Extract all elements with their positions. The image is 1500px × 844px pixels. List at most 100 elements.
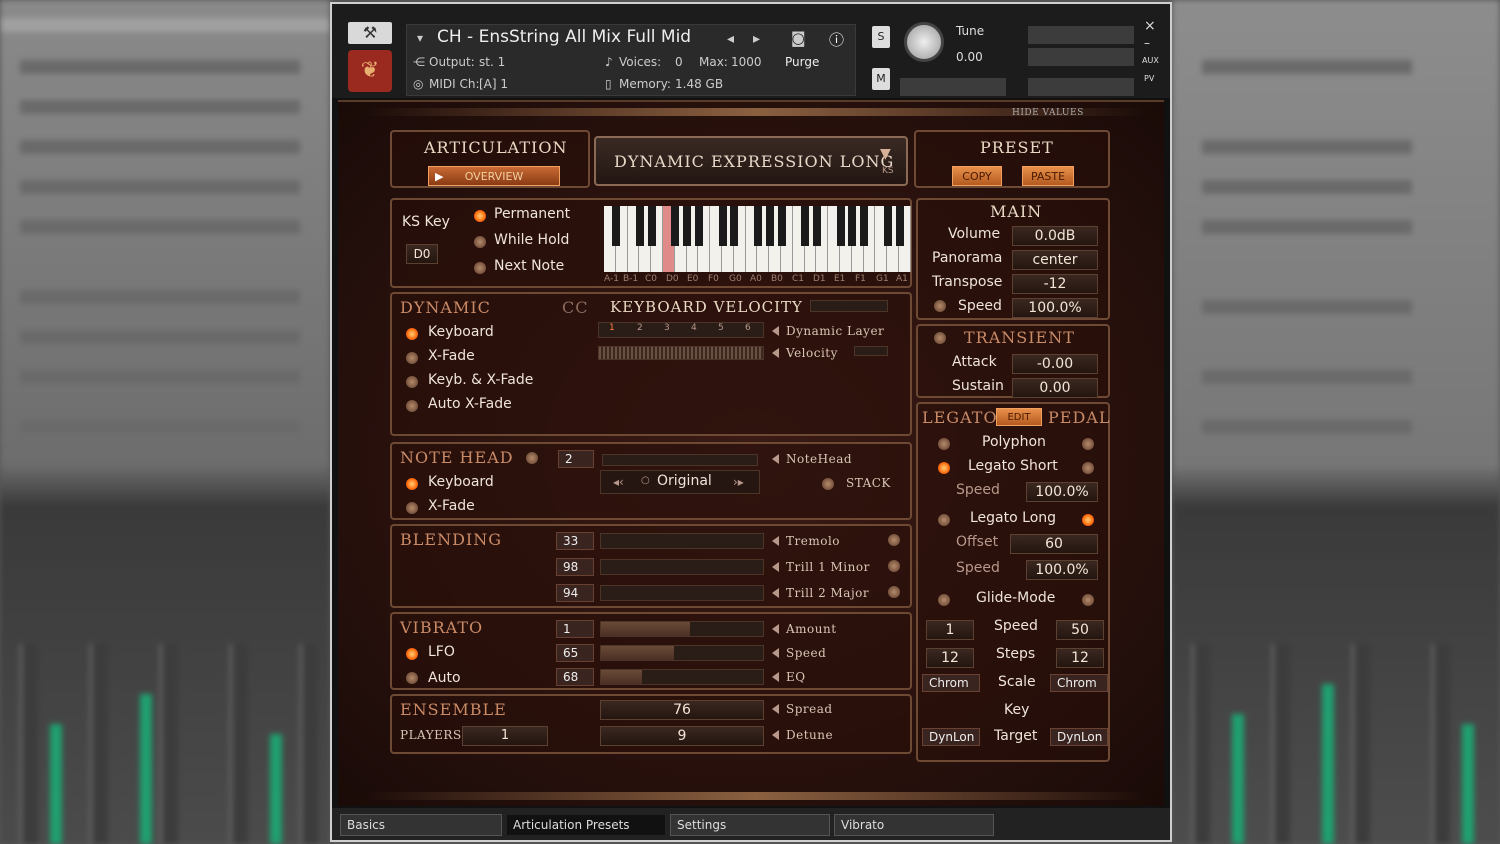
- dynamic-xfade[interactable]: X-Fade: [428, 348, 475, 364]
- notehead-xfade[interactable]: X-Fade: [428, 498, 475, 514]
- layer-6[interactable]: 6: [745, 323, 751, 333]
- steps-right[interactable]: 12: [1056, 648, 1104, 668]
- close-icon[interactable]: ×: [1144, 18, 1156, 34]
- trill1-led[interactable]: [888, 560, 900, 572]
- xfade-led[interactable]: [406, 352, 418, 364]
- trill2-value[interactable]: 94: [556, 584, 594, 602]
- keyboard-led[interactable]: [406, 328, 418, 340]
- legato-long-pedal-led[interactable]: [1082, 514, 1094, 526]
- volume-slider[interactable]: [1028, 78, 1134, 96]
- scale-right-dropdown[interactable]: Chrom: [1050, 674, 1108, 692]
- speed-led[interactable]: [934, 300, 946, 312]
- short-speed-value[interactable]: 100.0%: [1026, 482, 1098, 502]
- ks-mode-permanent[interactable]: Permanent: [494, 206, 570, 222]
- glide-pedal-led[interactable]: [1082, 594, 1094, 606]
- detune-value[interactable]: 9: [600, 726, 764, 746]
- max-value[interactable]: 1000: [731, 55, 762, 69]
- vibrato-eq-slider[interactable]: [600, 669, 764, 685]
- offset-value[interactable]: 60: [1010, 534, 1098, 554]
- legato-long-led[interactable]: [938, 514, 950, 526]
- pedal-title[interactable]: PEDAL: [1048, 408, 1110, 427]
- polyphon-led[interactable]: [938, 438, 950, 450]
- vibrato-eq-value[interactable]: 68: [556, 668, 594, 686]
- notehead-dropdown[interactable]: 2: [558, 450, 594, 468]
- notehead-selector[interactable]: ◂‹ ○ Original ›▸: [600, 470, 760, 494]
- layer-1[interactable]: 1: [609, 323, 615, 333]
- pan-slider[interactable]: [900, 78, 1006, 96]
- keyswitch-keyboard[interactable]: [604, 206, 911, 272]
- panorama-value[interactable]: center: [1012, 250, 1098, 270]
- next-note-led[interactable]: [474, 262, 486, 274]
- tremolo-slider[interactable]: [600, 533, 764, 549]
- hide-values-button[interactable]: HIDE VALUES: [1012, 108, 1084, 118]
- permanent-led[interactable]: [474, 210, 486, 222]
- target-right-dropdown[interactable]: DynLon: [1050, 728, 1108, 746]
- velocity-slider[interactable]: [598, 346, 764, 360]
- legato-short-pedal-led[interactable]: [1082, 462, 1094, 474]
- legato-short-led[interactable]: [938, 462, 950, 474]
- spread-value[interactable]: 76: [600, 700, 764, 720]
- layer-2[interactable]: 2: [637, 323, 643, 333]
- scale-left-dropdown[interactable]: Chrom: [922, 674, 980, 692]
- notehead-keyboard-led[interactable]: [406, 478, 418, 490]
- ks-mode-next-note[interactable]: Next Note: [494, 258, 564, 274]
- dynamic-layer-selector[interactable]: 1 2 3 4 5 6: [598, 322, 764, 338]
- info-icon[interactable]: ⓘ: [829, 29, 844, 50]
- long-speed-value[interactable]: 100.0%: [1026, 560, 1098, 580]
- prev-icon[interactable]: ◂‹: [613, 475, 624, 489]
- notehead-led[interactable]: [526, 452, 538, 464]
- layer-4[interactable]: 4: [691, 323, 697, 333]
- glide-speed-left[interactable]: 1: [926, 620, 974, 640]
- trill2-slider[interactable]: [600, 585, 764, 601]
- steps-left[interactable]: 12: [926, 648, 974, 668]
- vibrato-amount-value[interactable]: 1: [556, 620, 594, 638]
- articulation-selector[interactable]: DYNAMIC EXPRESSION LONG ▼ KS: [594, 136, 908, 186]
- target-left-dropdown[interactable]: DynLon: [922, 728, 980, 746]
- sustain-value[interactable]: 0.00: [1012, 378, 1098, 398]
- layer-5[interactable]: 5: [718, 323, 724, 333]
- transpose-value[interactable]: -12: [1012, 274, 1098, 294]
- next-icon[interactable]: ›▸: [733, 475, 744, 489]
- minimize-icon[interactable]: –: [1144, 36, 1150, 50]
- glide-led[interactable]: [938, 594, 950, 606]
- cc-label[interactable]: CC: [562, 298, 588, 317]
- output-value[interactable]: st. 1: [479, 55, 505, 69]
- chevron-down-icon[interactable]: ▾: [417, 31, 423, 45]
- lfo-led[interactable]: [406, 648, 418, 660]
- glide-speed-right[interactable]: 50: [1056, 620, 1104, 640]
- instrument-name[interactable]: CH - EnsString All Mix Full Mid: [437, 27, 691, 47]
- notehead-xfade-led[interactable]: [406, 502, 418, 514]
- polyphon-pedal-led[interactable]: [1082, 438, 1094, 450]
- aux-button[interactable]: AUX: [1142, 56, 1159, 65]
- keyb-xfade-led[interactable]: [406, 376, 418, 388]
- midi-value[interactable]: [A] 1: [479, 77, 508, 91]
- next-icon[interactable]: ▸: [753, 31, 760, 47]
- vibrato-auto[interactable]: Auto: [428, 670, 461, 686]
- tab-vibrato[interactable]: Vibrato: [834, 814, 994, 836]
- vibrato-speed-value[interactable]: 65: [556, 644, 594, 662]
- ks-key-value[interactable]: D0: [406, 244, 438, 264]
- paste-button[interactable]: PASTE: [1022, 166, 1074, 186]
- players-value[interactable]: 1: [462, 726, 548, 746]
- tab-articulation-presets[interactable]: Articulation Presets: [506, 814, 666, 836]
- attack-value[interactable]: -0.00: [1012, 354, 1098, 374]
- mute-button[interactable]: M: [872, 68, 890, 90]
- trill1-value[interactable]: 98: [556, 558, 594, 576]
- notehead-slots[interactable]: [602, 454, 758, 466]
- overview-button[interactable]: ▶ OVERVIEW: [428, 166, 560, 186]
- camera-icon[interactable]: ◙: [791, 29, 806, 47]
- vibrato-speed-slider[interactable]: [600, 645, 764, 661]
- auto-xfade-led[interactable]: [406, 400, 418, 412]
- notehead-keyboard[interactable]: Keyboard: [428, 474, 494, 490]
- ks-mode-while-hold[interactable]: While Hold: [494, 232, 569, 248]
- layer-3[interactable]: 3: [664, 323, 670, 333]
- vibrato-amount-slider[interactable]: [600, 621, 764, 637]
- tremolo-value[interactable]: 33: [556, 532, 594, 550]
- trill2-led[interactable]: [888, 586, 900, 598]
- wrench-icon[interactable]: ⚒: [348, 22, 392, 44]
- tab-settings[interactable]: Settings: [670, 814, 830, 836]
- dynamic-keyb-xfade[interactable]: Keyb. & X-Fade: [428, 372, 533, 388]
- dynamic-auto-xfade[interactable]: Auto X-Fade: [428, 396, 512, 412]
- while-hold-led[interactable]: [474, 236, 486, 248]
- vibrato-lfo[interactable]: LFO: [428, 644, 455, 660]
